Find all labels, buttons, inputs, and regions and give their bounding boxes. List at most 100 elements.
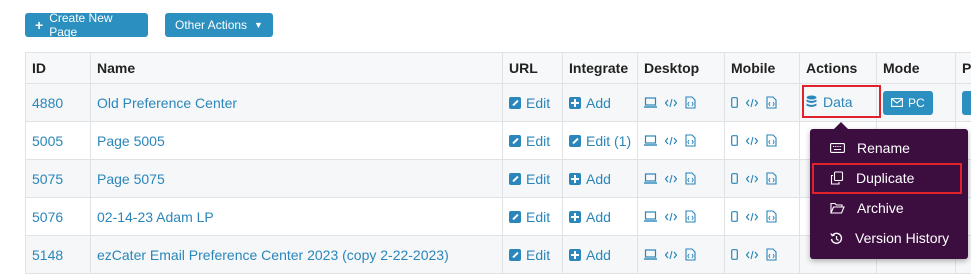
code-icon[interactable]: [746, 212, 758, 222]
html-file-icon[interactable]: [685, 96, 696, 109]
column-header-mobile[interactable]: Mobile: [725, 53, 800, 84]
pencil-icon: [509, 249, 521, 261]
menu-item-archive[interactable]: Archive: [810, 193, 968, 223]
row-id-link[interactable]: 5148: [32, 247, 63, 263]
html-file-icon[interactable]: [766, 172, 777, 185]
row-id-link[interactable]: 5076: [32, 209, 63, 225]
integrate-add-link[interactable]: Add: [569, 209, 611, 225]
integrate-label: Add: [586, 171, 611, 187]
mobile-preview-icon[interactable]: [731, 173, 738, 184]
row-id-link[interactable]: 4880: [32, 95, 63, 111]
html-file-icon[interactable]: [766, 96, 777, 109]
envelope-icon: [891, 98, 903, 107]
plus-square-icon: [569, 97, 581, 109]
menu-item-label: Rename: [857, 140, 910, 156]
column-header-name[interactable]: Name: [91, 53, 503, 84]
desktop-preview-icon[interactable]: [644, 97, 657, 108]
create-new-page-label: Create New Page: [49, 11, 138, 39]
url-edit-label: Edit: [526, 133, 550, 149]
desktop-preview-icon[interactable]: [644, 211, 657, 222]
row-id-link[interactable]: 5005: [32, 133, 63, 149]
integrate-edit-link[interactable]: Edit (1): [569, 133, 631, 149]
url-edit-label: Edit: [526, 95, 550, 111]
code-icon[interactable]: [665, 174, 677, 184]
actions-dropdown-menu: Rename Duplicate Archive Version History: [810, 129, 968, 259]
menu-item-rename[interactable]: Rename: [810, 133, 968, 163]
integrate-label: Add: [586, 247, 611, 263]
url-edit-link[interactable]: Edit: [509, 133, 550, 149]
plus-square-icon: [569, 249, 581, 261]
row-name-link[interactable]: Old Preference Center: [97, 95, 237, 111]
url-edit-link[interactable]: Edit: [509, 209, 550, 225]
plus-icon: +: [35, 17, 43, 33]
row-name-link[interactable]: Page 5075: [97, 171, 165, 187]
desktop-preview-icon[interactable]: [644, 173, 657, 184]
url-edit-label: Edit: [526, 209, 550, 225]
pencil-icon: [509, 135, 521, 147]
column-header-url[interactable]: URL: [503, 53, 563, 84]
integrate-add-link[interactable]: Add: [569, 247, 611, 263]
integrate-label: Edit (1): [586, 133, 631, 149]
pencil-icon: [509, 173, 521, 185]
url-edit-link[interactable]: Edit: [509, 171, 550, 187]
data-highlight-box: [802, 85, 881, 118]
column-header-id[interactable]: ID: [26, 53, 91, 84]
url-edit-link[interactable]: Edit: [509, 95, 550, 111]
row-name-link[interactable]: 02-14-23 Adam LP: [97, 209, 214, 225]
menu-item-label: Version History: [855, 230, 949, 246]
html-file-icon[interactable]: [766, 210, 777, 223]
history-icon: [830, 232, 843, 245]
code-icon[interactable]: [665, 250, 677, 260]
html-file-icon[interactable]: [685, 172, 696, 185]
code-icon[interactable]: [665, 98, 677, 108]
plus-square-icon: [569, 211, 581, 223]
integrate-label: Add: [586, 95, 611, 111]
other-actions-label: Other Actions: [175, 18, 247, 32]
mobile-preview-icon[interactable]: [731, 211, 738, 222]
integrate-add-link[interactable]: Add: [569, 171, 611, 187]
plus-square-icon: [569, 173, 581, 185]
code-icon[interactable]: [746, 136, 758, 146]
mode-pc-button[interactable]: PC: [883, 91, 933, 115]
pencil-icon: [509, 97, 521, 109]
column-header-desktop[interactable]: Desktop: [638, 53, 725, 84]
row-extra-button[interactable]: [962, 91, 971, 115]
mobile-preview-icon[interactable]: [731, 249, 738, 260]
code-icon[interactable]: [665, 212, 677, 222]
url-edit-link[interactable]: Edit: [509, 247, 550, 263]
other-actions-button[interactable]: Other Actions ▼: [165, 13, 273, 37]
column-header-pr[interactable]: Pr: [956, 53, 971, 84]
integrate-label: Add: [586, 209, 611, 225]
desktop-preview-icon[interactable]: [644, 135, 657, 146]
html-file-icon[interactable]: [766, 248, 777, 261]
caret-down-icon: ▼: [254, 20, 263, 30]
code-icon[interactable]: [746, 250, 758, 260]
folder-open-icon: [830, 202, 845, 214]
mobile-preview-icon[interactable]: [731, 97, 738, 108]
column-header-integrate[interactable]: Integrate: [563, 53, 638, 84]
desktop-preview-icon[interactable]: [644, 249, 657, 260]
html-file-icon[interactable]: [685, 134, 696, 147]
html-file-icon[interactable]: [766, 134, 777, 147]
code-icon[interactable]: [746, 174, 758, 184]
column-header-actions[interactable]: Actions: [800, 53, 877, 84]
url-edit-label: Edit: [526, 171, 550, 187]
pencil-icon: [569, 135, 581, 147]
mobile-preview-icon[interactable]: [731, 135, 738, 146]
table-header-row: ID Name URL Integrate Desktop Mobile Act…: [26, 53, 971, 84]
row-id-link[interactable]: 5075: [32, 171, 63, 187]
duplicate-highlight-box: [812, 163, 962, 194]
code-icon[interactable]: [665, 136, 677, 146]
menu-item-version-history[interactable]: Version History: [810, 223, 968, 253]
row-name-link[interactable]: ezCater Email Preference Center 2023 (co…: [97, 247, 449, 263]
create-new-page-button[interactable]: + Create New Page: [25, 13, 148, 37]
row-name-link[interactable]: Page 5005: [97, 133, 165, 149]
html-file-icon[interactable]: [685, 210, 696, 223]
keyboard-icon: [830, 143, 845, 153]
menu-item-label: Archive: [857, 200, 904, 216]
url-edit-label: Edit: [526, 247, 550, 263]
code-icon[interactable]: [746, 98, 758, 108]
column-header-mode[interactable]: Mode: [877, 53, 956, 84]
integrate-add-link[interactable]: Add: [569, 95, 611, 111]
html-file-icon[interactable]: [685, 248, 696, 261]
